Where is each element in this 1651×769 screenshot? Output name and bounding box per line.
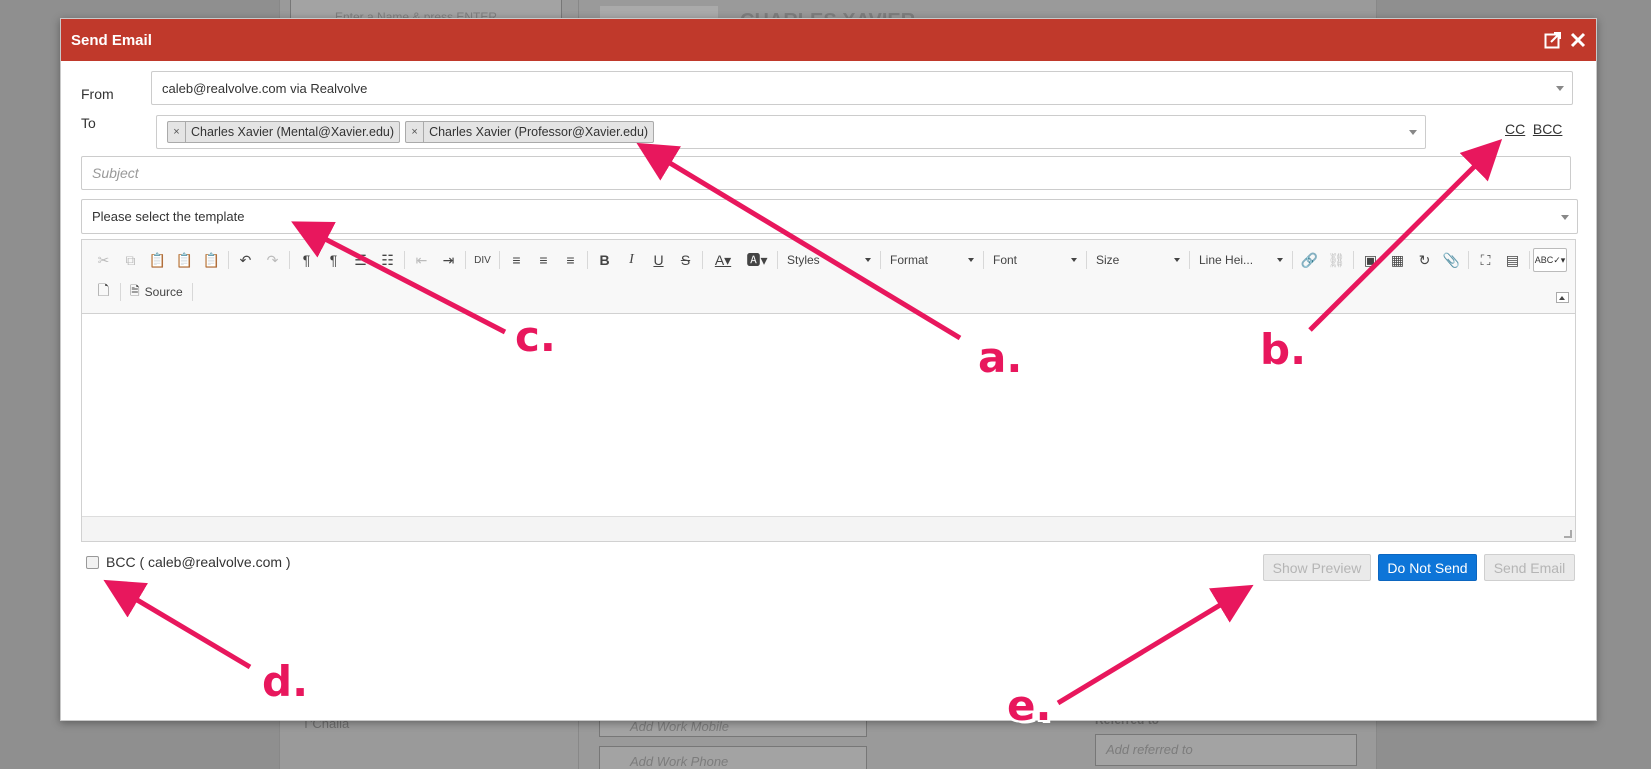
redo-icon[interactable]: ↷ <box>259 248 286 272</box>
show-preview-button[interactable]: Show Preview <box>1263 554 1371 581</box>
email-body-area[interactable] <box>82 314 1575 516</box>
to-recipients-input[interactable]: × Charles Xavier (Mental@Xavier.edu) × C… <box>156 115 1426 149</box>
background-color-icon[interactable]: 🅰▾ <box>740 248 774 272</box>
to-label: To <box>81 115 96 131</box>
show-blocks-icon[interactable]: ▤ <box>1499 248 1526 272</box>
refresh-icon[interactable]: ↻ <box>1411 248 1438 272</box>
source-icon: 🗎 <box>130 283 140 298</box>
bcc-self-checkbox[interactable] <box>86 555 99 569</box>
numbered-list-icon[interactable]: ☰ <box>347 248 374 272</box>
underline-icon[interactable]: U <box>645 248 672 272</box>
recipient-tag-label: Charles Xavier (Mental@Xavier.edu) <box>191 125 395 139</box>
subject-placeholder: Subject <box>92 165 139 181</box>
paste-text-icon[interactable]: 📋 <box>171 248 198 272</box>
from-value: caleb@realvolve.com via Realvolve <box>162 80 368 96</box>
table-icon[interactable]: ▦ <box>1384 248 1411 272</box>
bcc-link[interactable]: BCC <box>1533 121 1563 137</box>
create-div-icon[interactable]: DIV <box>469 248 496 272</box>
subject-input[interactable]: Subject <box>81 156 1571 190</box>
chevron-down-icon <box>1409 130 1417 135</box>
from-label: From <box>81 86 114 102</box>
send-email-modal: Send Email From caleb@realvolve.com via … <box>60 18 1597 721</box>
toolbar-row-1: ✂ ⧉ 📋 📋 📋 ↶ ↷ ¶ ¶ ☰ ☷ ⇤ ⇥ DIV ≡ ≡ ≡ B I … <box>90 246 1567 274</box>
size-combo[interactable]: Size <box>1090 248 1186 272</box>
send-email-button[interactable]: Send Email <box>1484 554 1575 581</box>
align-center-icon[interactable]: ≡ <box>530 248 557 272</box>
maximize-icon[interactable]: ⛶ <box>1472 248 1499 272</box>
align-right-icon[interactable]: ≡ <box>557 248 584 272</box>
recipient-tag: × Charles Xavier (Professor@Xavier.edu) <box>405 121 655 143</box>
unlink-icon[interactable]: ⛓ <box>1323 248 1350 272</box>
close-icon[interactable] <box>1570 32 1586 48</box>
template-select[interactable]: Please select the template <box>81 199 1578 234</box>
recipient-tag: × Charles Xavier (Mental@Xavier.edu) <box>167 121 401 143</box>
modal-title: Send Email <box>71 31 152 49</box>
modal-header: Send Email <box>61 19 1596 61</box>
line-height-combo[interactable]: Line Hei... <box>1193 248 1289 272</box>
paste-icon[interactable]: 📋 <box>144 248 171 272</box>
attachment-icon[interactable]: 📎 <box>1438 248 1465 272</box>
indent-icon[interactable]: ⇥ <box>435 248 462 272</box>
image-icon[interactable]: ▣ <box>1357 248 1384 272</box>
bold-icon[interactable]: B <box>591 248 618 272</box>
strikethrough-icon[interactable]: S <box>672 248 699 272</box>
from-select[interactable]: caleb@realvolve.com via Realvolve <box>151 71 1573 105</box>
bcc-self-label: BCC ( caleb@realvolve.com ) <box>106 554 291 570</box>
background-work-phone-input: Add Work Phone <box>599 746 867 769</box>
editor-toolbar: ✂ ⧉ 📋 📋 📋 ↶ ↷ ¶ ¶ ☰ ☷ ⇤ ⇥ DIV ≡ ≡ ≡ B I … <box>82 240 1575 314</box>
annotation-label-c: c. <box>515 312 556 361</box>
remove-recipient-icon[interactable]: × <box>406 122 425 142</box>
copy-icon[interactable]: ⧉ <box>117 248 144 272</box>
remove-recipient-icon[interactable]: × <box>168 122 186 142</box>
bulleted-list-icon[interactable]: ☷ <box>374 248 401 272</box>
annotation-label-d: d. <box>262 657 309 706</box>
format-combo[interactable]: Format <box>884 248 980 272</box>
rtl-icon[interactable]: ¶ <box>320 248 347 272</box>
toolbar-row-2: 🗋 🗎 Source <box>90 278 196 306</box>
resize-handle-icon[interactable] <box>1564 530 1572 538</box>
styles-combo[interactable]: Styles <box>781 248 877 272</box>
text-color-icon[interactable]: A▾ <box>706 248 740 272</box>
editor-footer <box>82 516 1575 541</box>
annotation-label-b: b. <box>1260 325 1307 374</box>
align-left-icon[interactable]: ≡ <box>503 248 530 272</box>
template-placeholder: Please select the template <box>92 209 245 224</box>
cc-bcc-links: CC BCC <box>1501 121 1562 137</box>
ltr-icon[interactable]: ¶ <box>293 248 320 272</box>
bcc-self-row: BCC ( caleb@realvolve.com ) <box>86 554 291 570</box>
background-referred-input: Add referred to <box>1095 734 1357 766</box>
annotation-label-a: a. <box>978 333 1023 382</box>
email-body-editor: ✂ ⧉ 📋 📋 📋 ↶ ↷ ¶ ¶ ☰ ☷ ⇤ ⇥ DIV ≡ ≡ ≡ B I … <box>81 239 1576 542</box>
spellcheck-icon[interactable]: ABC✓▾ <box>1533 248 1567 272</box>
chevron-down-icon <box>1561 214 1569 220</box>
link-icon[interactable]: 🔗 <box>1296 248 1323 272</box>
document-icon[interactable]: 🗋 <box>90 280 117 304</box>
italic-icon[interactable]: I <box>618 248 645 272</box>
source-button[interactable]: 🗎 Source <box>124 280 189 304</box>
popout-icon[interactable] <box>1544 31 1562 49</box>
cc-link[interactable]: CC <box>1505 121 1525 137</box>
annotation-label-e: e. <box>1007 681 1052 730</box>
chevron-down-icon <box>1556 86 1564 91</box>
paste-word-icon[interactable]: 📋 <box>198 248 225 272</box>
recipient-tag-label: Charles Xavier (Professor@Xavier.edu) <box>429 125 649 139</box>
collapse-toolbar-icon[interactable] <box>1556 292 1569 303</box>
font-combo[interactable]: Font <box>987 248 1083 272</box>
do-not-send-button[interactable]: Do Not Send <box>1378 554 1477 581</box>
undo-icon[interactable]: ↶ <box>232 248 259 272</box>
outdent-icon[interactable]: ⇤ <box>408 248 435 272</box>
cut-icon[interactable]: ✂ <box>90 248 117 272</box>
